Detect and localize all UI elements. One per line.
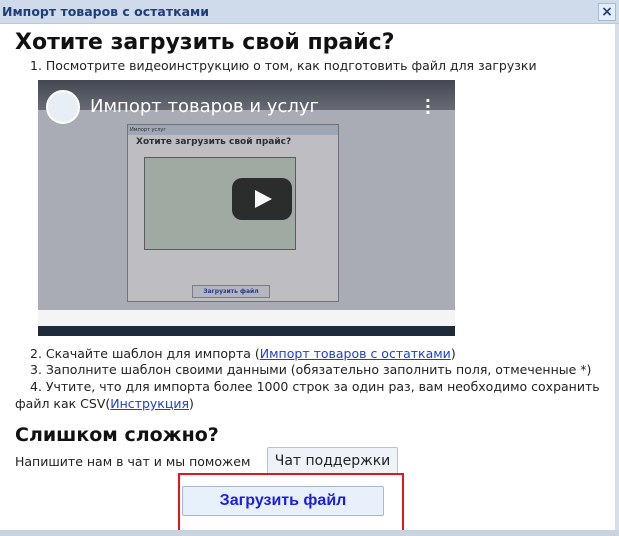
more-options-icon[interactable]: · · ·: [425, 93, 431, 121]
step-4-cont: файл как CSV(Инструкция): [15, 396, 194, 411]
support-chat-button[interactable]: Чат поддержки: [267, 447, 398, 475]
close-icon[interactable]: ×: [598, 3, 616, 21]
video-title[interactable]: Импорт товаров и услуг: [90, 96, 319, 117]
step-4-text: файл как CSV(: [15, 396, 111, 411]
play-icon[interactable]: [232, 178, 292, 220]
step-1: 1. Посмотрите видеоинструкцию о том, как…: [30, 58, 537, 73]
channel-avatar[interactable]: [46, 90, 80, 124]
page-title: Хотите загрузить свой прайс?: [15, 30, 395, 55]
step-2-text: 2. Скачайте шаблон для импорта (: [30, 346, 260, 361]
upload-file-button[interactable]: Загрузить файл: [182, 486, 384, 516]
video-player[interactable]: Импорт услуг Хотите загрузить свой прайс…: [38, 80, 455, 336]
dialog-title: Импорт товаров с остатками: [2, 4, 210, 19]
dialog-border: [615, 24, 619, 530]
dialog-titlebar: Импорт товаров с остатками ×: [0, 0, 619, 24]
step-4: 4. Учтите, что для импорта более 1000 ст…: [30, 379, 600, 394]
instruction-link[interactable]: Инструкция: [110, 396, 189, 411]
video-download-bar: [38, 310, 455, 326]
dialog-bottom-edge: [0, 530, 619, 536]
help-text: Напишите нам в чат и мы поможем: [15, 454, 251, 469]
step-4-end: ): [188, 396, 194, 411]
step-2: 2. Скачайте шаблон для импорта (Импорт т…: [30, 346, 456, 361]
template-download-link[interactable]: Импорт товаров с остатками: [260, 346, 451, 361]
step-3: 3. Заполните шаблон своими данными (обяз…: [30, 362, 592, 377]
step-2-end: ): [450, 346, 456, 361]
help-heading: Слишком сложно?: [15, 424, 219, 446]
video-taskbar: [38, 326, 455, 336]
